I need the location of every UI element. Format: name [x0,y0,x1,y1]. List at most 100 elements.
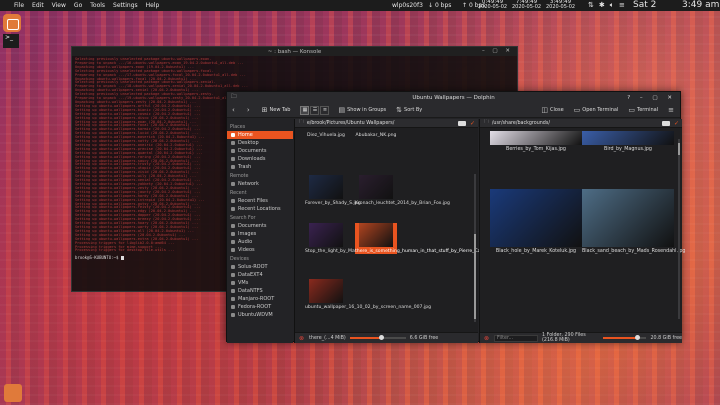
file-item[interactable]: Bird_by_Magnus.jpg [582,131,674,152]
right-scrollbar[interactable] [678,139,680,319]
file-item[interactable]: Stop_the_light_by_Mato_Rachela.jpg [305,223,389,254]
places-section-header[interactable]: Devices [230,257,293,262]
terminal-prompt[interactable]: brook@S-KUBUNTU:~$ [75,255,124,260]
places-item[interactable]: VMs [227,279,293,287]
location-bar-left[interactable]: 🗀 e/brook/Pictures/Ubuntu Wallpapers/ ✓ [295,119,478,128]
left-scrollbar[interactable] [474,174,476,322]
places-item[interactable]: Videos [227,246,293,254]
app-launcher-icon[interactable] [3,14,21,32]
window-controls[interactable]: – ▢ ✕ [482,48,513,54]
sort-by-button[interactable]: ⇅ Sort By [396,106,422,114]
places-item[interactable]: UbuntuWDVM [227,311,293,319]
right-status-text: 1 Folder, 290 Files (216.8 MiB) [542,333,586,343]
compact-view-button[interactable]: ☰ [310,105,320,115]
folder-icon [231,149,235,153]
icons-view-button[interactable]: ▦ [300,105,310,115]
clear-location-button[interactable] [458,120,466,126]
places-item-label: Images [238,231,257,237]
places-section-header[interactable]: Remote [230,174,293,179]
places-item[interactable]: Home [227,131,293,139]
back-arrow-icon: ‹ [232,106,235,114]
file-item[interactable]: Kronach_leuchtet_2014_by_Brian_Fox.jpg [355,175,450,206]
dolphin-titlebar[interactable]: 🗀 Ubuntu Wallpapers — Dolphin ? – ▢ ✕ [227,92,680,103]
world-clock-3[interactable]: 3:49:49 2020-05-02 [546,0,575,10]
menu-go[interactable]: Go [74,2,82,9]
file-item[interactable]: Diez_Vihuela.jpg [305,133,347,138]
filter-input-right[interactable]: Filter... [494,334,539,342]
close-split-icon: ◫ [541,106,549,114]
location-path-left[interactable]: e/brook/Pictures/Ubuntu Wallpapers/ [307,121,395,126]
confirm-location-icon[interactable]: ✓ [470,120,475,127]
new-tab-button[interactable]: ⊞ New Tab [262,106,291,114]
left-zoom-knob[interactable] [378,335,384,340]
places-item[interactable]: DataEXT4 [227,271,293,279]
top-panel: File Edit View Go Tools Settings Help wl… [0,0,720,11]
places-item[interactable]: Documents [227,147,293,155]
location-bar-right[interactable]: 🗀 /usr/share/backgrounds/ ✓ [480,119,682,128]
menu-help[interactable]: Help [146,2,160,9]
places-item[interactable]: Images [227,230,293,238]
terminal-panel-button[interactable]: ▭ Terminal [628,106,658,114]
details-view-button[interactable]: ≡ [320,105,330,115]
window-controls[interactable]: ? – ▢ ✕ [627,95,676,101]
world-clock-1[interactable]: 0:49:49 2020-05-02 [478,0,507,10]
left-scrollbar-thumb[interactable] [474,234,476,319]
file-item[interactable]: Berries_by_Tom_Kijas.jpg [490,131,582,152]
right-scrollbar-thumb[interactable] [678,143,680,155]
places-section-header[interactable]: Recent [230,191,293,196]
places-section-header[interactable]: Places [230,125,293,130]
places-item[interactable]: DataNTFS [227,287,293,295]
file-item[interactable]: there_is_something_human_in_that_stuff_b… [355,223,497,255]
places-item[interactable]: Fedora-ROOT [227,303,293,311]
places-item[interactable]: Recent Locations [227,205,293,213]
close-split-button[interactable]: ◫ Close [541,106,563,114]
right-zoom-knob[interactable] [634,335,640,340]
file-item[interactable]: Abubakar_NK.png [355,133,397,138]
places-item-label: DataEXT4 [238,272,263,278]
places-item[interactable]: Solus-ROOT [227,263,293,271]
show-in-groups-button[interactable]: ▤ Show in Groups [338,106,386,114]
volume-icon[interactable]: 🔈︎ [610,1,614,10]
places-section-header[interactable]: Search For [230,216,293,221]
places-item[interactable]: Audio [227,238,293,246]
menu-icon[interactable]: ≡ [619,1,625,10]
stop-icon[interactable]: ⊗ [484,335,489,342]
folder-icon [231,232,235,236]
places-item[interactable]: Trash [227,163,293,171]
clear-location-button[interactable] [662,120,670,126]
clock-time[interactable]: 3:49 am [682,0,719,10]
open-terminal-button[interactable]: ▭ Open Terminal [574,106,619,114]
terminal-icon[interactable]: >_ [3,34,19,48]
stop-icon[interactable]: ⊗ [299,335,304,342]
folder-icon [231,289,235,293]
file-item[interactable]: Black_sand_beach_by_Mads_Rosendahl.jpg [582,189,685,254]
places-item[interactable]: Downloads [227,155,293,163]
menu-edit[interactable]: Edit [32,2,44,9]
menu-view[interactable]: View [52,2,66,9]
places-item[interactable]: Network [227,180,293,188]
folder-icon [231,133,235,137]
konsole-titlebar[interactable]: ~ : bash — Konsole – ▢ ✕ [72,47,517,56]
bluetooth-icon[interactable]: ✱ [599,1,605,10]
net-down-speed: ↓ 0 bps [428,2,452,9]
forward-button[interactable]: › [247,106,252,114]
back-button[interactable]: ‹ [232,106,237,114]
places-item[interactable]: Recent Files [227,197,293,205]
file-item[interactable]: ubuntu_wallpaper_16_10_02_by_screen_name… [305,279,431,310]
taskbar-app-icon[interactable] [4,384,22,402]
menu-settings[interactable]: Settings [113,2,138,9]
location-path-right[interactable]: /usr/share/backgrounds/ [492,121,550,126]
menu-file[interactable]: File [14,2,24,9]
world-clock-2[interactable]: 7:49:49 2020-05-02 [512,0,541,10]
file-item[interactable]: Black_hole_by_Marek_Koteluk.jpg [490,189,582,254]
places-item[interactable]: Documents [227,222,293,230]
menu-tools[interactable]: Tools [90,2,105,9]
folder-icon [231,182,235,186]
hamburger-menu-button[interactable]: ≡ [668,106,676,114]
date-label[interactable]: Sat 2 [633,0,656,10]
network-icon[interactable]: ⇅ [588,1,594,10]
places-item[interactable]: Manjaro-ROOT [227,295,293,303]
confirm-location-icon[interactable]: ✓ [674,120,679,127]
file-item[interactable]: Forever_by_Shady_S.jpg [305,175,361,206]
places-item[interactable]: Desktop [227,139,293,147]
